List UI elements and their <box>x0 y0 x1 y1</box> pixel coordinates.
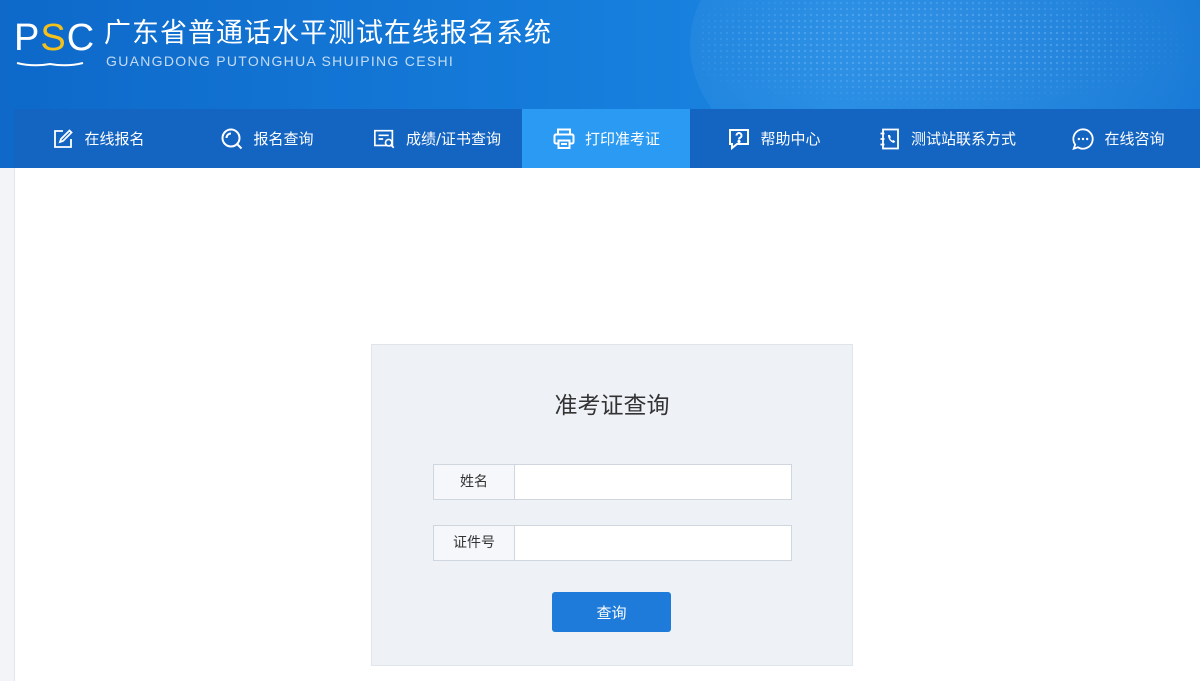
id-number-label: 证件号 <box>434 526 515 560</box>
search-circle-icon <box>220 127 244 151</box>
nav-label: 帮助中心 <box>760 130 821 148</box>
left-rail <box>0 168 14 681</box>
site-subtitle: GUANGDONG PUTONGHUA SHUIPING CESHI <box>106 53 455 69</box>
main-nav: 在线报名 报名查询 成绩/证书查询 打印准考证 帮助中心 测试站联系方式 在线咨… <box>14 109 1200 168</box>
nav-item-test-station-contacts[interactable]: 测试站联系方式 <box>858 109 1036 168</box>
certificate-search-icon <box>373 127 397 151</box>
chat-icon <box>1071 127 1095 151</box>
nav-label: 在线咨询 <box>1104 130 1165 148</box>
logo-text: PSC <box>14 18 95 58</box>
nav-item-online-registration[interactable]: 在线报名 <box>14 109 182 168</box>
name-input[interactable] <box>515 465 791 499</box>
page: PSC 广东省普通话水平测试在线报名系统 GUANGDONG PUTONGHUA… <box>0 0 1200 681</box>
id-number-field: 证件号 <box>433 525 792 561</box>
logo-letter-s: S <box>40 17 67 59</box>
nav-label: 成绩/证书查询 <box>405 130 502 148</box>
world-map-dots <box>700 0 1200 110</box>
logo-letter-p: P <box>14 17 41 59</box>
site-header: PSC 广东省普通话水平测试在线报名系统 GUANGDONG PUTONGHUA… <box>0 0 1200 168</box>
name-field: 姓名 <box>433 464 792 500</box>
admission-ticket-query-panel: 准考证查询 姓名 证件号 查询 <box>371 344 853 666</box>
id-number-input[interactable] <box>515 526 791 560</box>
panel-title: 准考证查询 <box>554 393 670 419</box>
help-icon <box>727 127 751 151</box>
name-label: 姓名 <box>434 465 515 499</box>
nav-item-print-admission-ticket[interactable]: 打印准考证 <box>522 109 690 168</box>
nav-label: 报名查询 <box>253 130 314 148</box>
printer-icon <box>552 127 576 151</box>
site-title: 广东省普通话水平测试在线报名系统 <box>104 18 552 49</box>
psc-logo[interactable]: PSC <box>14 18 94 70</box>
nav-item-registration-query[interactable]: 报名查询 <box>182 109 352 168</box>
logo-letter-c: C <box>66 17 96 59</box>
phone-book-icon <box>878 127 902 151</box>
left-divider <box>14 168 15 681</box>
nav-item-online-consultation[interactable]: 在线咨询 <box>1036 109 1200 168</box>
edit-icon <box>51 127 75 151</box>
nav-label: 测试站联系方式 <box>910 130 1016 148</box>
query-button[interactable]: 查询 <box>552 592 671 632</box>
nav-item-score-certificate-query[interactable]: 成绩/证书查询 <box>352 109 522 168</box>
nav-label: 在线报名 <box>84 130 145 148</box>
open-book-icon <box>16 62 84 67</box>
nav-label: 打印准考证 <box>584 130 660 148</box>
nav-item-help-center[interactable]: 帮助中心 <box>690 109 858 168</box>
